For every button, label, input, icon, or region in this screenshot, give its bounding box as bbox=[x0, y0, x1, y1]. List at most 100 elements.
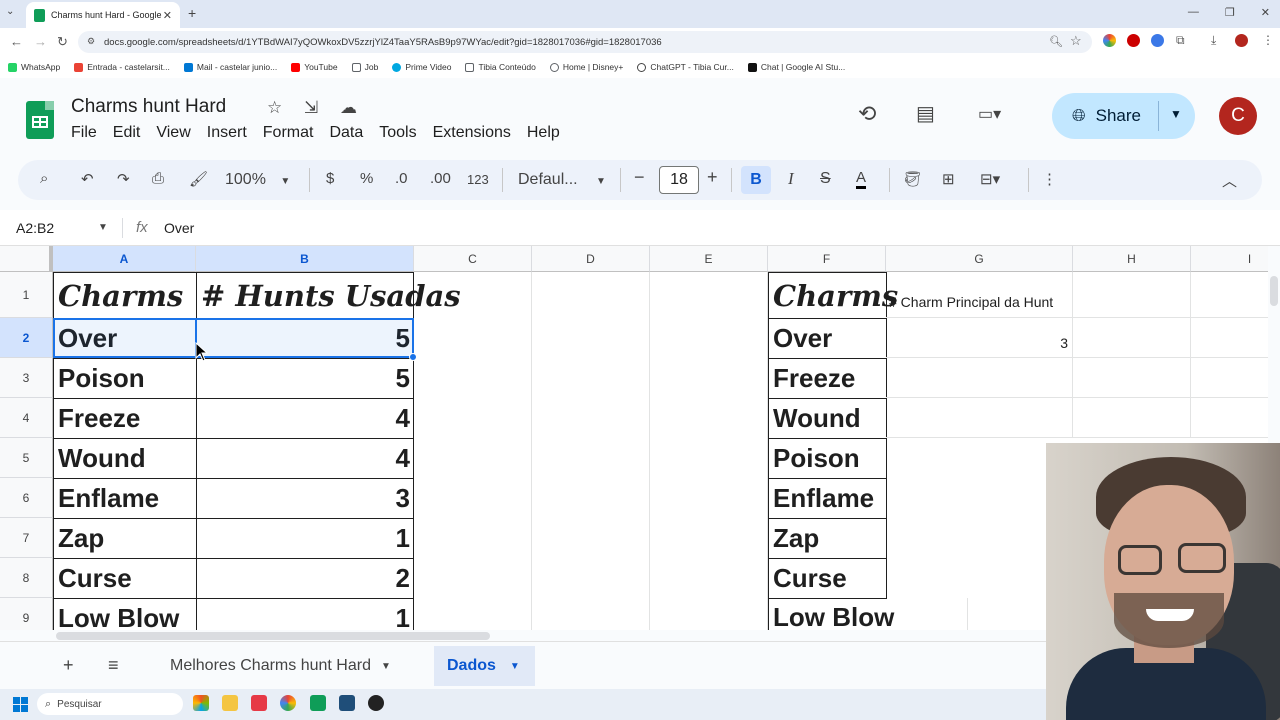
borders-icon[interactable]: ⊞ bbox=[942, 170, 955, 188]
cell-b1-header[interactable]: # Hunts Usadas bbox=[196, 272, 461, 319]
menu-insert[interactable]: Insert bbox=[207, 124, 247, 142]
bookmark-item[interactable]: Home | Disney+ bbox=[549, 62, 623, 72]
row-header-5[interactable]: 5 bbox=[0, 438, 53, 478]
redo-icon[interactable]: ↷ bbox=[117, 170, 130, 188]
cell-b9[interactable]: 1 bbox=[196, 598, 414, 630]
merge-cells-icon[interactable]: ⊟▾ bbox=[980, 170, 1000, 188]
vertical-scrollbar[interactable] bbox=[1270, 276, 1278, 306]
browser-tab[interactable]: Charms hunt Hard - Google Sh ✕ bbox=[26, 2, 180, 28]
cell-a7[interactable]: Zap bbox=[53, 518, 197, 559]
percent-format-button[interactable]: % bbox=[360, 170, 373, 187]
chevron-down-icon[interactable]: ▼ bbox=[381, 661, 391, 672]
cell-a9[interactable]: Low Blow bbox=[53, 598, 197, 630]
column-header-g[interactable]: G bbox=[886, 246, 1073, 272]
menu-file[interactable]: File bbox=[71, 124, 97, 142]
obs-icon[interactable] bbox=[368, 695, 384, 711]
file-explorer-icon[interactable] bbox=[222, 695, 238, 711]
row-header-1[interactable]: 1 bbox=[0, 272, 53, 318]
sheets-app-icon[interactable] bbox=[310, 695, 326, 711]
menu-help[interactable]: Help bbox=[527, 124, 560, 142]
row-header-4[interactable]: 4 bbox=[0, 398, 53, 438]
cell-g4[interactable] bbox=[886, 398, 1073, 438]
strikethrough-button[interactable]: S bbox=[820, 170, 831, 188]
taskbar-search[interactable]: ⌕ Pesquisar bbox=[37, 693, 183, 715]
close-tab-icon[interactable]: ✕ bbox=[163, 9, 172, 22]
zoom-icon[interactable]: 🔍︎ bbox=[1049, 35, 1063, 48]
extension-icon[interactable] bbox=[1103, 34, 1116, 47]
cell-i2[interactable] bbox=[1191, 318, 1268, 358]
all-sheets-menu-icon[interactable]: ≡ bbox=[108, 655, 119, 676]
increase-font-size-button[interactable]: + bbox=[707, 167, 718, 188]
select-all-corner[interactable] bbox=[0, 246, 53, 272]
bookmark-star-icon[interactable]: ☆ bbox=[1070, 33, 1082, 49]
column-header-a[interactable]: A bbox=[53, 246, 196, 272]
cell-a3[interactable]: Poison bbox=[53, 358, 197, 399]
minimize-icon[interactable]: — bbox=[1188, 6, 1199, 19]
menu-data[interactable]: Data bbox=[329, 124, 363, 142]
menu-format[interactable]: Format bbox=[263, 124, 314, 142]
sheets-logo-icon[interactable] bbox=[26, 101, 54, 139]
bookmark-item[interactable]: YouTube bbox=[291, 62, 338, 72]
column-header-d[interactable]: D bbox=[532, 246, 650, 272]
cell-f2[interactable]: Over bbox=[768, 318, 887, 359]
bold-button[interactable]: B bbox=[741, 166, 771, 194]
search-menus-icon[interactable]: ⌕ bbox=[40, 170, 48, 187]
cell-g3[interactable] bbox=[886, 358, 1073, 398]
cell-h2[interactable] bbox=[1073, 318, 1191, 358]
bookmark-item[interactable]: Tibia Conteúdo bbox=[465, 62, 536, 72]
row-header-6[interactable]: 6 bbox=[0, 478, 53, 518]
cell-a4[interactable]: Freeze bbox=[53, 398, 197, 439]
cloud-status-icon[interactable]: ☁ bbox=[340, 98, 357, 118]
print-icon[interactable]: ⎙ bbox=[152, 170, 164, 187]
empty-column-c[interactable] bbox=[414, 272, 532, 630]
extension-icon[interactable] bbox=[1151, 34, 1164, 47]
app-icon[interactable] bbox=[251, 695, 267, 711]
move-folder-icon[interactable]: ⇲ bbox=[304, 98, 318, 118]
share-button[interactable]: 🌐︎ Share ▼ bbox=[1052, 93, 1195, 139]
cell-a6[interactable]: Enflame bbox=[53, 478, 197, 519]
sheet-tab-dados[interactable]: Dados ▼ bbox=[434, 646, 535, 686]
cell-b5[interactable]: 4 bbox=[196, 438, 414, 479]
url-bar[interactable]: ⚙ docs.google.com/spreadsheets/d/1YTBdWA… bbox=[78, 31, 1092, 53]
chrome-icon[interactable] bbox=[280, 695, 296, 711]
row-header-3[interactable]: 3 bbox=[0, 358, 53, 398]
cell-a1-header[interactable]: Charms bbox=[53, 272, 197, 319]
row-header-7[interactable]: 7 bbox=[0, 518, 53, 558]
bookmark-item[interactable]: Prime Video bbox=[392, 62, 451, 72]
empty-column-d[interactable] bbox=[532, 272, 650, 630]
restore-icon[interactable]: ❐ bbox=[1225, 6, 1235, 19]
comments-icon[interactable]: ▤ bbox=[916, 101, 935, 126]
menu-extensions[interactable]: Extensions bbox=[433, 124, 511, 142]
decrease-font-size-button[interactable]: − bbox=[634, 167, 645, 188]
bookmark-item[interactable]: Entrada - castelarsit... bbox=[74, 62, 170, 72]
menu-tools[interactable]: Tools bbox=[379, 124, 416, 142]
column-header-h[interactable]: H bbox=[1073, 246, 1191, 272]
add-sheet-icon[interactable]: + bbox=[63, 655, 74, 676]
undo-icon[interactable]: ↶ bbox=[81, 170, 94, 188]
tab-search-icon[interactable]: ⌄ bbox=[6, 6, 14, 17]
cell-b4[interactable]: 4 bbox=[196, 398, 414, 439]
version-history-icon[interactable]: ⟲ bbox=[858, 101, 876, 127]
row-header-2[interactable]: 2 bbox=[0, 318, 53, 358]
cell-f9[interactable]: Low Blow bbox=[768, 598, 968, 630]
row-header-9[interactable]: 9 bbox=[0, 598, 53, 630]
bookmark-item[interactable]: ChatGPT - Tibia Cur... bbox=[637, 62, 734, 72]
italic-button[interactable]: I bbox=[788, 169, 794, 189]
cell-a8[interactable]: Curse bbox=[53, 558, 197, 599]
column-header-f[interactable]: F bbox=[768, 246, 886, 272]
currency-format-button[interactable]: $ bbox=[326, 170, 334, 187]
bookmark-item[interactable]: Chat | Google AI Stu... bbox=[747, 62, 845, 72]
cell-h4[interactable] bbox=[1073, 398, 1191, 438]
sheet-tab-melhores[interactable]: Melhores Charms hunt Hard ▼ bbox=[156, 646, 405, 686]
cell-b7[interactable]: 1 bbox=[196, 518, 414, 559]
cell-f4[interactable]: Wound bbox=[768, 398, 887, 439]
cell-i4[interactable] bbox=[1191, 398, 1268, 438]
bookmark-item[interactable]: Mail - castelar junio... bbox=[183, 62, 277, 72]
site-info-icon[interactable]: ⚙ bbox=[87, 36, 95, 47]
cell-g1-header[interactable]: # Charm Principal da Hunt bbox=[886, 272, 1073, 318]
menu-edit[interactable]: Edit bbox=[113, 124, 141, 142]
cell-i1[interactable] bbox=[1191, 272, 1268, 318]
menu-view[interactable]: View bbox=[156, 124, 190, 142]
cell-i3[interactable] bbox=[1191, 358, 1268, 398]
account-avatar[interactable]: C bbox=[1219, 97, 1257, 135]
